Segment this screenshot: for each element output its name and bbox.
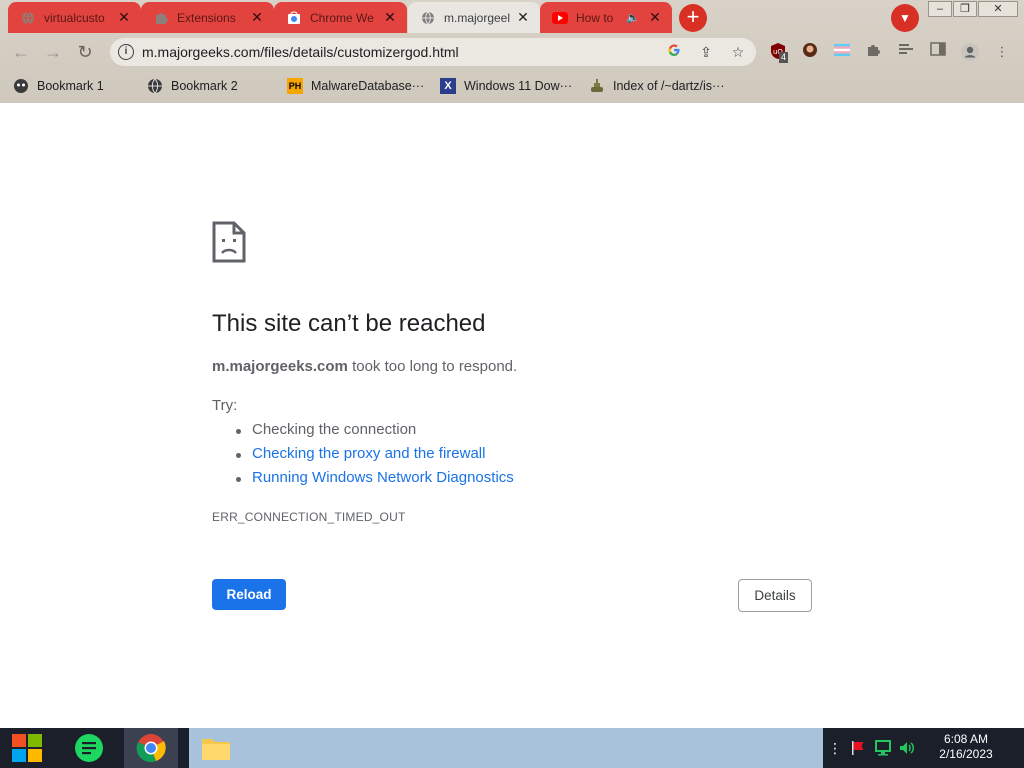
address-bar[interactable]: i m.majorgeeks.com/files/details/customi…	[110, 38, 756, 66]
suggestion-link-diagnostics[interactable]: Running Windows Network Diagnostics	[236, 469, 514, 486]
error-page: This site can’t be reached m.majorgeeks.…	[0, 103, 1024, 728]
close-icon[interactable]: ✕	[646, 9, 664, 27]
tab-title: virtualcusto	[44, 10, 105, 25]
flag-extension-icon[interactable]	[832, 42, 852, 62]
windows-logo-icon	[12, 734, 42, 762]
tab-youtube[interactable]: How to 🔈 ✕	[540, 2, 672, 33]
more-menu-icon[interactable]: ⋮	[992, 42, 1012, 62]
tab-chrome-webstore[interactable]: Chrome We ✕	[274, 2, 407, 33]
notes-icon	[75, 734, 103, 762]
tab-title: Chrome We	[310, 10, 374, 25]
close-icon[interactable]: ✕	[514, 9, 532, 27]
taskbar-active-band	[189, 728, 823, 768]
network-icon[interactable]	[873, 728, 893, 768]
share-icon[interactable]: ⇪	[696, 42, 716, 62]
side-panel-icon[interactable]	[928, 42, 948, 62]
suggestion-item: Checking the connection	[235, 421, 417, 438]
close-icon[interactable]: ✕	[381, 9, 399, 27]
tab-majorgeeks[interactable]: m.majorgeel ✕	[408, 2, 540, 33]
tab-title: How to	[576, 10, 614, 25]
url-text[interactable]: m.majorgeeks.com/files/details/customize…	[142, 44, 459, 60]
error-host: m.majorgeeks.com	[212, 358, 348, 375]
x-icon: X	[440, 78, 456, 94]
tab-strip: virtualcusto ✕ Extensions ✕ Chrome We ✕ …	[0, 0, 1024, 35]
tab-title: Extensions	[177, 10, 236, 25]
toolbar: ← → ↻ i m.majorgeeks.com/files/details/c…	[0, 35, 1024, 69]
file-explorer-button[interactable]	[189, 728, 243, 768]
tab-extensions[interactable]: Extensions ✕	[141, 2, 274, 33]
globe-icon	[147, 78, 163, 94]
taskbar: ⋮ 6:08 AM 2/16/2023	[0, 728, 1024, 768]
chrome-icon	[136, 734, 166, 763]
try-label: Try:	[212, 397, 238, 414]
restore-button[interactable]: ❐	[953, 1, 977, 17]
action-center-flag-icon[interactable]	[848, 728, 868, 768]
star-icon[interactable]: ☆	[728, 42, 748, 62]
notes-app-button[interactable]	[62, 728, 116, 768]
close-icon[interactable]: ✕	[115, 9, 133, 27]
info-icon[interactable]: i	[118, 44, 134, 60]
suggestion-link-proxy[interactable]: Checking the proxy and the firewall	[235, 445, 485, 462]
bookmark-item[interactable]: Bookmark 2	[147, 76, 238, 96]
clock-time: 6:08 AM	[943, 732, 989, 746]
forward-arrow-icon[interactable]: →	[41, 40, 65, 64]
clock-date: 2/16/2023	[939, 747, 993, 761]
error-description-text: took too long to respond.	[347, 358, 518, 375]
reload-button[interactable]: Reload	[212, 579, 286, 610]
profile-icon[interactable]	[960, 42, 980, 62]
speaker-icon[interactable]: 🔈	[626, 11, 640, 24]
avatar-extension-icon[interactable]	[800, 42, 820, 62]
folder-icon	[202, 739, 230, 760]
tab-title: m.majorgeel	[444, 10, 511, 25]
tab-search-button[interactable]: ▼	[891, 4, 919, 32]
bookmarks-bar: Bookmark 1 Bookmark 2 PH MalwareDatabase…	[0, 69, 1024, 102]
bookmark-item[interactable]: PH MalwareDatabase···	[287, 76, 424, 96]
volume-icon[interactable]	[897, 728, 917, 768]
back-arrow-icon[interactable]: ←	[9, 40, 33, 64]
bookmark-label: Index of /~dartz/is···	[613, 79, 725, 93]
reload-icon[interactable]: ↻	[73, 40, 97, 64]
bookmark-label: Bookmark 2	[171, 79, 238, 93]
system-clock[interactable]: 6:08 AM 2/16/2023	[928, 732, 1004, 762]
mask-icon	[13, 78, 29, 94]
puzzle-icon	[153, 10, 169, 26]
error-description: m.majorgeeks.com took too long to respon…	[212, 358, 517, 375]
globe-icon	[420, 10, 436, 26]
sad-document-icon	[212, 221, 246, 268]
tab-virtualcusto[interactable]: virtualcusto ✕	[8, 2, 141, 33]
close-icon[interactable]: ✕	[248, 9, 266, 27]
error-code: ERR_CONNECTION_TIMED_OUT	[212, 510, 406, 524]
chrome-taskbar-button[interactable]	[124, 728, 178, 768]
start-button[interactable]	[0, 728, 54, 768]
page-title: This site can’t be reached	[212, 310, 486, 337]
bookmark-label: Windows 11 Dow···	[464, 79, 573, 93]
youtube-icon	[552, 10, 568, 26]
browser-chrome: virtualcusto ✕ Extensions ✕ Chrome We ✕ …	[0, 0, 1024, 103]
reading-list-icon[interactable]	[896, 42, 916, 62]
minimize-button[interactable]: –	[928, 1, 952, 17]
ublock-icon[interactable]: uO 4	[768, 42, 789, 63]
bookmark-item[interactable]: X Windows 11 Dow···	[440, 76, 572, 96]
bookmark-item[interactable]: Index of /~dartz/is···	[589, 76, 725, 96]
tray-overflow-icon[interactable]: ⋮	[828, 728, 842, 768]
bookmark-label: MalwareDatabase···	[311, 79, 425, 93]
ph-icon: PH	[287, 78, 303, 94]
chrome-webstore-icon	[286, 10, 302, 26]
close-window-button[interactable]: ✕	[978, 1, 1018, 17]
globe-icon	[20, 10, 36, 26]
bookmark-label: Bookmark 1	[37, 79, 104, 93]
puzzle-icon[interactable]	[864, 42, 884, 62]
tank-icon	[589, 78, 605, 94]
new-tab-button[interactable]: +	[679, 4, 707, 32]
details-button[interactable]: Details	[738, 579, 812, 612]
bookmark-item[interactable]: Bookmark 1	[13, 76, 104, 96]
extension-badge: 4	[779, 52, 789, 63]
google-lens-icon[interactable]	[664, 42, 684, 62]
